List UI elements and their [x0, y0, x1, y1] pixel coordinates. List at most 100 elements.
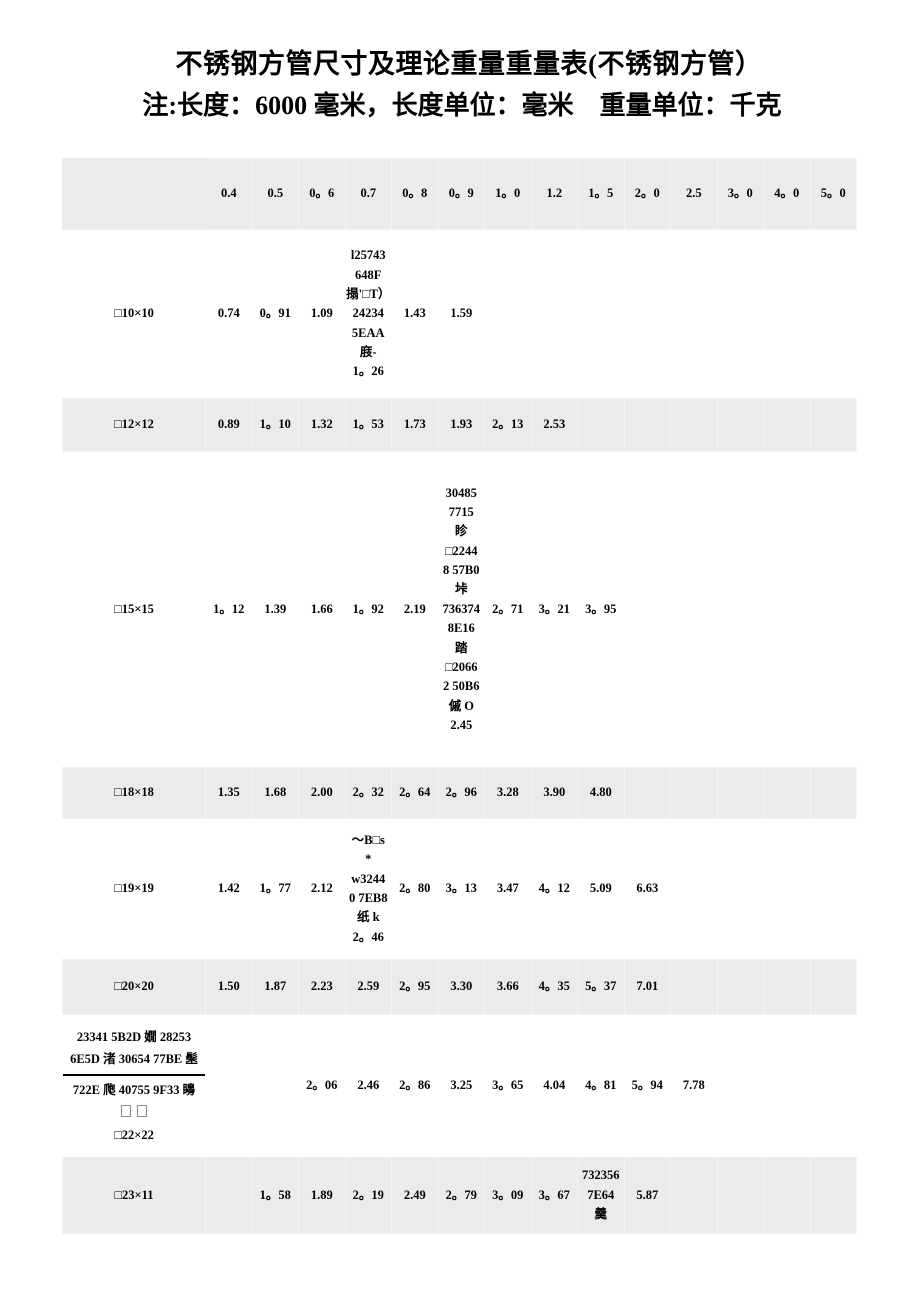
table-cell: [809, 959, 857, 1015]
table-cell: 1.35: [205, 767, 253, 819]
table-row: 23341 5B2D 嫺 28253 6E5D 渚 30654 77BE 髬 722…: [62, 1014, 857, 1158]
table-head: 0.4 0.5 0。6 0.7 0。8 0。9 1。0 1.2 1。5 2。0 …: [62, 158, 857, 230]
table-cell: 6.63: [623, 818, 671, 960]
table-cell: 2.19: [391, 451, 439, 768]
table-cell: 2。71: [484, 451, 532, 768]
table-row: □18×18 1.35 1.68 2.00 2。32 2。64 2。96 3.28 3.90 4.…: [62, 767, 857, 819]
label-line: 6E5D 渚 30654 77BE 髬: [70, 1052, 198, 1067]
table-row: □15×15 1。12 1.39 1.66 1。92 2.19 30485 7715 眕 □…: [62, 451, 857, 768]
table-cell: 5。94: [623, 1014, 671, 1158]
table-cell: 1。77: [251, 818, 299, 960]
corner-header-cell: [62, 158, 206, 230]
document-page: 不锈钢方管尺寸及理论重量重量表(不锈钢方管） 注:长度：6000 毫米，长度单位…: [0, 0, 920, 1302]
table-cell: 2。95: [391, 959, 439, 1015]
table-cell: 1。10: [251, 398, 299, 452]
table-cell: l25743 648F 搨'□T） 24234 5EAA 庪- 1。26: [344, 229, 392, 399]
table-cell: 4。81: [577, 1014, 625, 1158]
label-line: [63, 1101, 205, 1124]
table-cell: [670, 818, 718, 960]
title-block: 不锈钢方管尺寸及理论重量重量表(不锈钢方管） 注:长度：6000 毫米，长度单位…: [0, 0, 920, 124]
table-cell: 0。91: [251, 229, 299, 399]
table-row: □20×20 1.50 1.87 2.23 2.59 2。95 3.30 3.66 4。35 5。…: [62, 959, 857, 1015]
table-cell: 〜B□s * w3244 0 7EB8 纸 k 2。46: [344, 818, 392, 960]
table-cell: 2.12: [298, 818, 346, 960]
table-cell: 3。09: [484, 1157, 532, 1234]
table-row: □12×12 0.89 1。10 1.32 1。53 1.73 1.93 2。13 2.53: [62, 398, 857, 452]
garbled-cell-text: l25743 648F 搨'□T） 24234 5EAA 庪- 1。26: [346, 248, 391, 379]
table-cell: 732356 7E64 羹: [577, 1157, 625, 1234]
label-line: 23341 5B2D 嫺 28253: [76, 1029, 192, 1044]
table-cell: 1。12: [205, 451, 253, 768]
table-cell: 1。92: [344, 451, 392, 768]
table-cell: 2。06: [298, 1014, 346, 1158]
row-label-cell: □20×20: [62, 959, 206, 1015]
table-cell: [484, 229, 532, 399]
table-cell: 2。80: [391, 818, 439, 960]
thickness-header-4: 0。8: [391, 158, 439, 230]
table-cell: [809, 818, 857, 960]
table-cell: [763, 818, 811, 960]
garbled-cell-text: 〜B□s * w3244 0 7EB8 纸 k 2。46: [348, 832, 388, 944]
table-cell: [809, 451, 857, 768]
page-note: 注:长度：6000 毫米，长度单位：毫米 重量单位：千克: [142, 91, 782, 121]
table-cell: 3。21: [530, 451, 578, 768]
row-label-cell: 23341 5B2D 嫺 28253 6E5D 渚 30654 77BE 髬 722…: [62, 1014, 213, 1158]
table-cell: [716, 767, 764, 819]
row-label-cell: □10×10: [62, 229, 206, 399]
thickness-header-5: 0。9: [437, 158, 485, 230]
table-cell: 30485 7715 眕 □2244 8 57B0 垰 736374 8E16 …: [437, 451, 485, 768]
table-cell: [763, 451, 811, 768]
table-cell: 2。32: [344, 767, 392, 819]
garbled-cell-text: 732356 7E64 羹: [582, 1168, 620, 1222]
missing-glyph-box-icon: [137, 1105, 148, 1118]
table-cell: 3。67: [530, 1157, 578, 1234]
thickness-header-12: 4。0: [763, 158, 811, 230]
table-cell: [623, 229, 671, 399]
table-cell: [670, 398, 718, 452]
table-cell: 1.59: [437, 229, 485, 399]
table-cell: 3.47: [484, 818, 532, 960]
table-cell: 2.46: [344, 1014, 392, 1158]
table-cell: 1.73: [391, 398, 439, 452]
table-cell: [205, 1157, 253, 1234]
table-cell: 2.23: [298, 959, 346, 1015]
table-cell: [763, 398, 811, 452]
table-cell: [716, 1157, 764, 1234]
sizes-weight-table: 0.4 0.5 0。6 0.7 0。8 0。9 1。0 1.2 1。5 2。0 …: [62, 158, 857, 1234]
table-cell: 2.49: [391, 1157, 439, 1234]
table-cell: [763, 1014, 811, 1158]
table-cell: 7.78: [670, 1014, 718, 1158]
table-cell: 3。13: [437, 818, 485, 960]
table-cell: [763, 229, 811, 399]
thickness-header-1: 0.5: [251, 158, 299, 230]
label-line: 722E 爮 40755 9F33 矏: [72, 1082, 196, 1097]
table-cell: [809, 398, 857, 452]
header-row: 0.4 0.5 0。6 0.7 0。8 0。9 1。0 1.2 1。5 2。0 …: [62, 158, 857, 230]
thickness-header-3: 0.7: [344, 158, 392, 230]
thickness-header-8: 1。5: [577, 158, 625, 230]
table-cell: [530, 229, 578, 399]
table-cell: [577, 229, 625, 399]
table-cell: 5。37: [577, 959, 625, 1015]
table-cell: 0.74: [205, 229, 253, 399]
table-cell: [809, 1014, 857, 1158]
table-cell: [670, 229, 718, 399]
table-cell: 4。35: [530, 959, 578, 1015]
table-cell: [670, 451, 718, 768]
table-cell: [716, 818, 764, 960]
table-cell: 3.30: [437, 959, 485, 1015]
table-cell: [809, 1157, 857, 1234]
page-title: 不锈钢方管尺寸及理论重量重量表(不锈钢方管）: [175, 49, 763, 79]
table-cell: [716, 398, 764, 452]
thickness-header-9: 2。0: [623, 158, 671, 230]
table-cell: 2.00: [298, 767, 346, 819]
table-cell: 1.89: [298, 1157, 346, 1234]
thickness-header-11: 3。0: [716, 158, 764, 230]
table-cell: [670, 959, 718, 1015]
table-cell: 4.80: [577, 767, 625, 819]
thickness-header-7: 1.2: [530, 158, 578, 230]
label-divider: [63, 1073, 213, 1076]
table-body: □10×10 0.74 0。91 1.09 l25743 648F 搨'□T） 2423…: [62, 229, 857, 1234]
garbled-row-label: 23341 5B2D 嫺 28253 6E5D 渚 30654 77BE 髬 722…: [63, 1026, 213, 1147]
table-cell: 1.43: [391, 229, 439, 399]
